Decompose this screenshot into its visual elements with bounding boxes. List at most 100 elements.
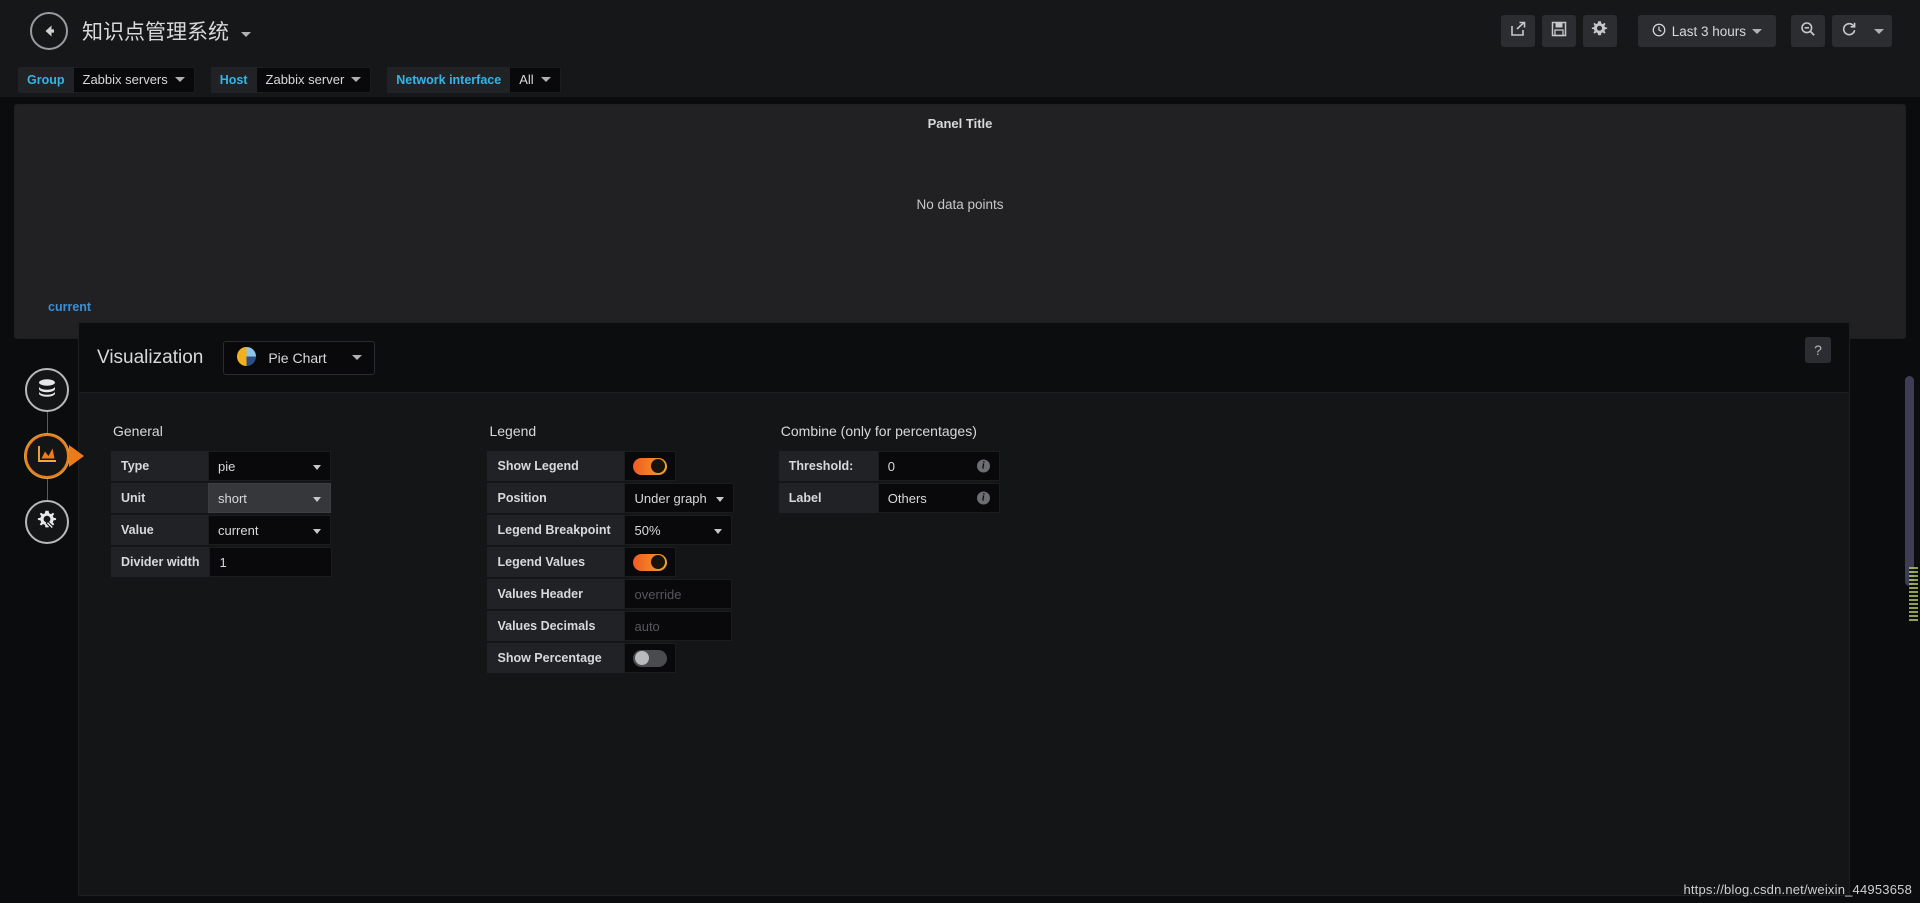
navbar-actions: Last 3 hours xyxy=(1500,15,1902,47)
option-select-value[interactable]: current xyxy=(208,515,331,545)
option-label-divider-width: Divider width xyxy=(111,547,210,577)
option-select-position[interactable]: Under graph xyxy=(624,483,734,513)
option-label-type: Type xyxy=(111,451,208,481)
panel-no-data-message: No data points xyxy=(916,197,1004,212)
back-button[interactable] xyxy=(30,12,68,50)
option-input-threshold[interactable]: 0 i xyxy=(877,451,1000,481)
visualization-options-panel: Visualization Pie Chart ? General Type p… xyxy=(78,322,1850,896)
variable-label-group: Group xyxy=(18,66,74,93)
zoom-out-button[interactable] xyxy=(1791,15,1825,47)
variable-group: Group Zabbix servers xyxy=(18,66,195,93)
variable-label-network-interface: Network interface xyxy=(387,66,511,93)
option-select-unit[interactable]: short xyxy=(208,483,331,513)
gear-wrench-icon xyxy=(35,508,59,537)
option-row-threshold: Threshold: 0 i xyxy=(778,451,1000,481)
placeholder-values-header: override xyxy=(634,586,682,602)
option-input-values-header[interactable]: override xyxy=(624,579,733,609)
variable-value-text: Zabbix servers xyxy=(82,72,168,87)
editor-scrollbar[interactable] xyxy=(1905,376,1914,586)
gear-icon xyxy=(1591,20,1608,42)
option-select-legend-breakpoint[interactable]: 50% xyxy=(624,515,733,545)
template-variables-bar: Group Zabbix servers Host Zabbix server … xyxy=(0,62,1920,98)
help-button[interactable]: ? xyxy=(1805,337,1831,363)
option-label-threshold: Threshold: xyxy=(778,451,878,481)
refresh-button[interactable] xyxy=(1832,15,1866,47)
watermark-url: https://blog.csdn.net/weixin_44953658 xyxy=(1683,882,1912,897)
toggle-show-legend[interactable] xyxy=(633,457,668,475)
option-value-type: pie xyxy=(218,458,236,474)
option-toggle-cell-legend-values xyxy=(624,547,677,577)
option-value-label: Others xyxy=(887,490,927,506)
share-dashboard-button[interactable] xyxy=(1500,15,1535,47)
visualization-type-select[interactable]: Pie Chart xyxy=(223,340,375,375)
option-label-legend-values: Legend Values xyxy=(487,547,625,577)
variable-value-text: Zabbix server xyxy=(265,72,345,87)
tab-visualization[interactable] xyxy=(25,434,69,478)
info-icon[interactable]: i xyxy=(976,491,990,505)
toggle-legend-values[interactable] xyxy=(633,553,668,571)
time-range-picker[interactable]: Last 3 hours xyxy=(1637,15,1776,47)
info-icon[interactable]: i xyxy=(976,459,990,473)
option-input-label[interactable]: Others i xyxy=(877,483,1000,513)
general-section-title: General xyxy=(113,423,163,439)
chevron-down-icon xyxy=(313,465,321,470)
option-row-type: Type pie xyxy=(111,451,332,481)
share-icon xyxy=(1510,21,1526,42)
panel-title[interactable]: Panel Title xyxy=(15,105,1905,131)
graph-area-icon xyxy=(35,442,59,471)
option-label-position: Position xyxy=(487,483,625,513)
option-row-show-legend: Show Legend xyxy=(487,451,733,481)
visualization-type-label: Pie Chart xyxy=(268,349,327,366)
editor-tab-sidebar xyxy=(18,368,76,544)
combine-options-section: Combine (only for percentages) Threshold… xyxy=(778,423,1000,675)
visualization-header: Visualization Pie Chart ? xyxy=(79,323,1849,393)
variable-value-group[interactable]: Zabbix servers xyxy=(73,66,195,93)
option-row-position: Position Under graph xyxy=(487,483,734,513)
variable-value-network-interface[interactable]: All xyxy=(510,66,561,93)
option-input-divider-width[interactable]: 1 xyxy=(209,547,333,577)
option-select-type[interactable]: pie xyxy=(208,451,331,481)
dashboard-settings-button[interactable] xyxy=(1582,15,1617,47)
refresh-interval-dropdown[interactable] xyxy=(1866,15,1892,47)
tab-queries[interactable] xyxy=(25,368,69,412)
option-row-value: Value current xyxy=(111,515,332,545)
variable-network-interface: Network interface All xyxy=(387,66,561,93)
chevron-down-icon xyxy=(714,529,723,534)
sidebar-connector xyxy=(46,478,48,500)
sidebar-connector xyxy=(46,412,48,434)
chevron-down-icon xyxy=(174,77,185,82)
legend-section-title: Legend xyxy=(489,423,537,439)
option-label-unit: Unit xyxy=(111,483,208,513)
tab-general[interactable] xyxy=(25,500,69,544)
page-title: 知识点管理系统 xyxy=(82,21,229,44)
option-label-values-header: Values Header xyxy=(487,579,625,609)
chevron-down-icon xyxy=(1874,28,1884,34)
arrow-left-circle-icon xyxy=(39,21,59,41)
chevron-down-icon[interactable] xyxy=(241,31,251,37)
option-label-show-percentage: Show Percentage xyxy=(487,643,625,673)
editor-scroll-indicator xyxy=(1909,567,1918,622)
variable-label-host: Host xyxy=(210,66,257,93)
variable-host: Host Zabbix server xyxy=(210,66,372,93)
panel-preview: Panel Title No data points current xyxy=(14,104,1906,339)
save-dashboard-button[interactable] xyxy=(1541,15,1576,47)
option-value-unit: short xyxy=(218,490,247,506)
option-row-values-decimals: Values Decimals auto xyxy=(487,611,733,641)
option-label-label: Label xyxy=(778,483,878,513)
option-row-divider-width: Divider width 1 xyxy=(111,547,333,577)
option-row-label: Label Others i xyxy=(778,483,1000,513)
toggle-show-percentage[interactable] xyxy=(633,649,668,667)
combine-section-title: Combine (only for percentages) xyxy=(780,423,977,439)
chevron-down-icon xyxy=(313,497,321,502)
legend-options-section: Legend Show Legend Position Under graph xyxy=(487,423,734,675)
option-row-show-percentage: Show Percentage xyxy=(487,643,733,673)
clock-icon xyxy=(1652,23,1666,40)
options-body: General Type pie Unit short Value curren… xyxy=(79,393,1849,675)
variable-value-host[interactable]: Zabbix server xyxy=(256,66,372,93)
option-label-value: Value xyxy=(111,515,208,545)
panel-legend-series[interactable]: current xyxy=(48,300,91,314)
option-value-position: Under graph xyxy=(634,490,707,506)
option-row-unit: Unit short xyxy=(111,483,332,513)
option-input-values-decimals[interactable]: auto xyxy=(624,611,733,641)
option-row-legend-breakpoint: Legend Breakpoint 50% xyxy=(487,515,733,545)
